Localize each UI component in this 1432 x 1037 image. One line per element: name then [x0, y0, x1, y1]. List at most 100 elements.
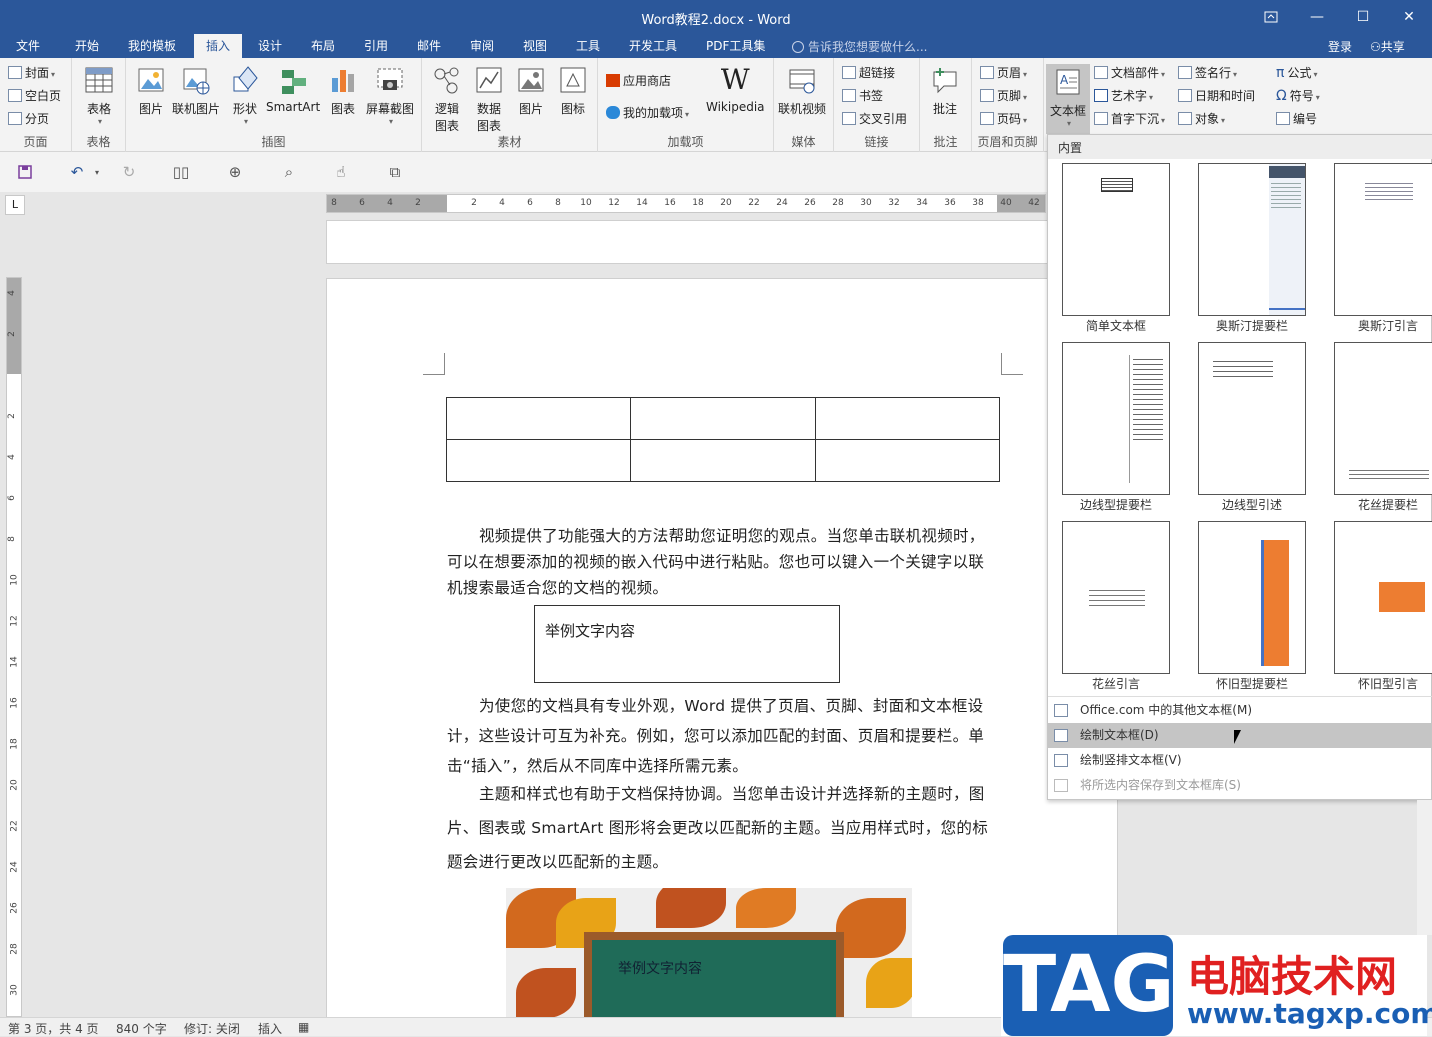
paragraph[interactable]: 视频提供了功能强大的方法帮助您证明您的观点。当您单击联机视频时，可以在想要添加的…	[447, 523, 993, 601]
undo-dropdown-icon[interactable]: ▾	[86, 162, 108, 182]
equation-button[interactable]: π 公式 ▾	[1276, 62, 1317, 84]
tab-tools[interactable]: 工具	[570, 34, 606, 58]
hyperlink-button[interactable]: 超链接	[842, 62, 895, 84]
table-cell[interactable]	[630, 397, 816, 440]
tab-developer[interactable]: 开发工具	[623, 34, 683, 58]
gallery-item-retro-sidebar[interactable]	[1198, 521, 1306, 674]
tab-my-templates[interactable]: 我的模板	[122, 34, 182, 58]
page-break-button[interactable]: 分页	[8, 108, 49, 130]
vertical-scrollbar[interactable]	[1417, 800, 1432, 935]
tab-references[interactable]: 引用	[358, 34, 394, 58]
read-mode-icon[interactable]: ▯▯	[170, 162, 192, 182]
text-box[interactable]: 举例文字内容	[534, 605, 840, 683]
autumn-leaves-picture[interactable]: 举例文字内容	[506, 888, 912, 1017]
tab-review[interactable]: 审阅	[464, 34, 500, 58]
share-button[interactable]: ⚇共享	[1370, 38, 1405, 55]
tab-design[interactable]: 设计	[252, 34, 288, 58]
picture-button[interactable]: 图片	[136, 64, 166, 117]
tab-selector[interactable]: L	[5, 195, 25, 215]
redo-icon[interactable]: ↻	[118, 162, 140, 182]
symbol-button[interactable]: Ω 符号 ▾	[1276, 85, 1320, 107]
gallery-item-austin-sidebar[interactable]	[1198, 163, 1306, 316]
textbox-button[interactable]: A 文本框 ▾	[1046, 64, 1091, 134]
object-label: 对象	[1195, 112, 1220, 126]
table-cell[interactable]	[445, 439, 632, 482]
status-track-changes[interactable]: 修订: 关闭	[184, 1020, 240, 1037]
icon-button[interactable]: 图标	[558, 64, 588, 117]
macro-record-icon[interactable]: ▦	[298, 1020, 309, 1034]
person-icon: ⚇	[1370, 40, 1381, 54]
horizontal-ruler[interactable]: 8 6 4 2 2 4 6 8 10 12 14 16 18 20 22 24 26 28 30 32 34 36 38 40…	[326, 194, 1046, 213]
tab-view[interactable]: 视图	[517, 34, 553, 58]
bookmark-button[interactable]: 书签	[842, 85, 883, 107]
signature-line-button[interactable]: 签名行 ▾	[1178, 62, 1237, 84]
menu-more-textboxes[interactable]: Office.com 中的其他文本框(M)	[1048, 698, 1432, 723]
material-picture-button[interactable]: 图片	[516, 64, 546, 117]
gallery-item-sideline-quote[interactable]	[1198, 342, 1306, 495]
customize-qat-icon[interactable]: ⧉	[384, 162, 406, 182]
document-page[interactable]: 视频提供了功能强大的方法帮助您证明您的观点。当您单击联机视频时，可以在想要添加的…	[326, 278, 1118, 1018]
login-link[interactable]: 登录	[1328, 38, 1352, 55]
store-button[interactable]: 应用商店	[606, 70, 671, 92]
gallery-item-retro-quote[interactable]	[1334, 521, 1432, 674]
cover-page-button[interactable]: 封面 ▾	[8, 62, 55, 84]
gallery-item-sideline-sidebar[interactable]	[1062, 342, 1170, 495]
paragraph[interactable]: 为使您的文档具有专业外观，Word 提供了页眉、页脚、封面和文本框设计，这些设计…	[447, 691, 993, 781]
tell-me-search[interactable]: 告诉我您想要做什么...	[792, 38, 927, 55]
status-word-count[interactable]: 840 个字	[116, 1020, 167, 1037]
menu-draw-vertical-textbox[interactable]: 绘制竖排文本框(V)	[1048, 748, 1432, 773]
hyperlink-label: 超链接	[859, 66, 896, 80]
tab-pdf-tools[interactable]: PDF工具集	[700, 34, 771, 58]
ribbon-display-icon[interactable]	[1248, 0, 1294, 34]
page-number-button[interactable]: 页码 ▾	[980, 108, 1027, 130]
number-button[interactable]: 编号	[1276, 108, 1317, 130]
print-preview-icon[interactable]: ⌕	[278, 162, 300, 182]
online-picture-button[interactable]: 联机图片	[172, 64, 220, 117]
gallery-item-filigree-sidebar[interactable]	[1334, 342, 1432, 495]
screenshot-button[interactable]: 屏幕截图 ▾	[366, 64, 414, 126]
quick-parts-button[interactable]: 文档部件 ▾	[1094, 62, 1165, 84]
cross-reference-button[interactable]: 交叉引用	[842, 108, 907, 130]
blank-page-button[interactable]: 空白页	[8, 85, 61, 107]
object-button[interactable]: 对象 ▾	[1178, 108, 1225, 130]
gallery-item-austin-quote[interactable]	[1334, 163, 1432, 316]
online-video-button[interactable]: 联机视频	[778, 64, 826, 117]
wordart-button[interactable]: 艺术字 ▾	[1094, 85, 1153, 107]
save-icon[interactable]	[14, 162, 36, 182]
web-layout-icon[interactable]: ⊕	[224, 162, 246, 182]
tab-mailings[interactable]: 邮件	[411, 34, 447, 58]
footer-button[interactable]: 页脚 ▾	[980, 85, 1027, 107]
wikipedia-button[interactable]: W Wikipedia	[706, 64, 765, 115]
tab-insert[interactable]: 插入	[194, 34, 242, 58]
my-addins-button[interactable]: 我的加载项 ▾	[606, 102, 689, 124]
shapes-button[interactable]: 形状 ▾	[230, 64, 260, 126]
chart-button[interactable]: 图表	[328, 64, 358, 117]
table-cell[interactable]	[445, 397, 632, 440]
paragraph[interactable]: 主题和样式也有助于文档保持协调。当您单击设计并选择新的主题时，图片、图表或 Sm…	[447, 777, 993, 879]
gallery-item-filigree-quote[interactable]	[1062, 521, 1170, 674]
drop-cap-button[interactable]: 首字下沉 ▾	[1094, 108, 1165, 130]
data-chart-button[interactable]: 数据 图表	[474, 64, 504, 134]
table-cell[interactable]	[814, 439, 1001, 482]
status-page[interactable]: 第 3 页，共 4 页	[8, 1020, 99, 1037]
table-cell[interactable]	[814, 397, 1001, 440]
undo-icon[interactable]: ↶	[66, 162, 88, 182]
header-button[interactable]: 页眉 ▾	[980, 62, 1027, 84]
tab-home[interactable]: 开始	[69, 34, 105, 58]
document-table[interactable]	[445, 397, 1001, 482]
tab-layout[interactable]: 布局	[305, 34, 341, 58]
status-insert-mode[interactable]: 插入	[258, 1020, 282, 1037]
table-cell[interactable]	[630, 439, 816, 482]
date-time-button[interactable]: 日期和时间	[1178, 85, 1255, 107]
tab-file[interactable]: 文件	[10, 34, 46, 58]
minimize-button[interactable]: —	[1294, 0, 1340, 34]
comment-button[interactable]: 批注	[930, 64, 960, 117]
close-button[interactable]: ✕	[1386, 0, 1432, 34]
vertical-ruler[interactable]: 4 2 2 4 6 8 10 12 14 16 18 20 22 24 26 28 30	[6, 277, 22, 1017]
smartart-button[interactable]: SmartArt	[266, 64, 320, 114]
gallery-item-simple-textbox[interactable]	[1062, 163, 1170, 316]
maximize-button[interactable]: ☐	[1340, 0, 1386, 34]
table-button[interactable]: 表格 ▾	[84, 64, 114, 126]
logic-chart-button[interactable]: 逻辑 图表	[432, 64, 462, 134]
touch-mode-icon[interactable]: ☝	[330, 162, 352, 182]
